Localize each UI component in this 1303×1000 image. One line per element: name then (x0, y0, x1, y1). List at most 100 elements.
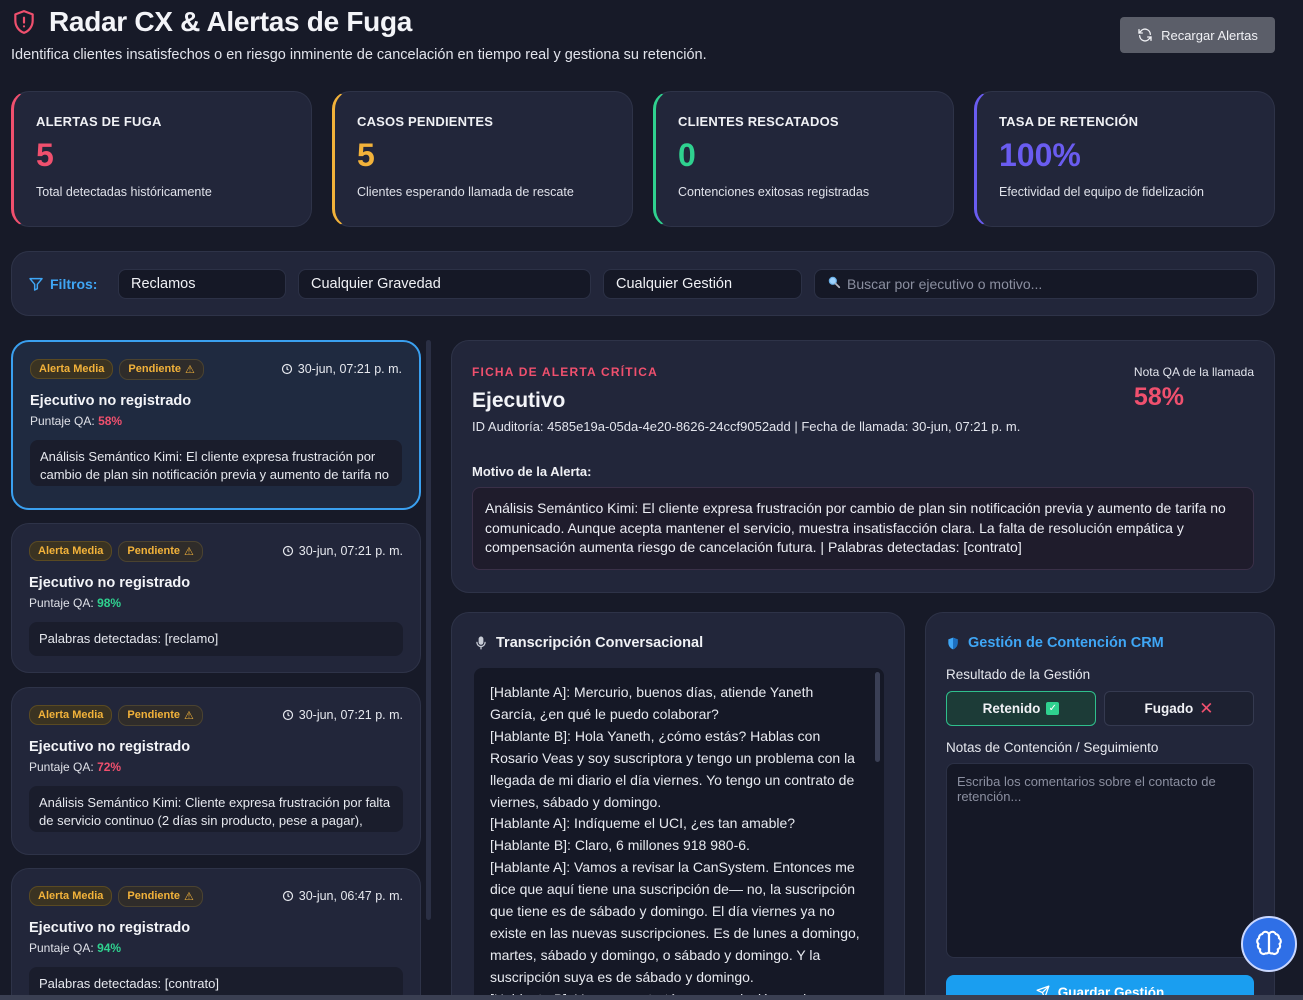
escaped-button[interactable]: Fugado ✕ (1104, 691, 1254, 726)
kpi-label: CLIENTES RESCATADOS (678, 114, 839, 129)
status-badge-label: Pendiente (127, 709, 180, 721)
warning-icon: ⚠ (185, 363, 195, 376)
alert-card[interactable]: Alerta Media Pendiente ⚠ 30-jun, 07:21 p.… (11, 523, 421, 673)
alert-snippet: Análisis Semántico Kimi: El cliente expr… (30, 440, 402, 486)
transcript-body[interactable]: [Hablante A]: Mercurio, buenos días, ati… (474, 668, 884, 1000)
warning-icon: ⚠ (184, 545, 194, 558)
transcript-scrollbar[interactable] (875, 672, 880, 762)
x-icon: ✕ (1199, 699, 1214, 718)
alert-score: Puntaje QA: 98% (29, 596, 403, 610)
kpi-value: 0 (678, 137, 696, 173)
kpi-card-retencion: TASA DE RETENCIÓN 100% Efectividad del e… (974, 91, 1275, 227)
severity-filter-select[interactable]: Cualquier Gravedad (298, 268, 591, 299)
score-label: Puntaje QA: (29, 596, 94, 610)
kpi-description: Efectividad del equipo de fidelización (999, 185, 1204, 199)
search-placeholder: Buscar por ejecutivo o motivo... (847, 275, 1043, 292)
kpi-value: 100% (999, 137, 1081, 173)
reload-alerts-button[interactable]: Recargar Alertas (1120, 17, 1275, 53)
page-header: Radar CX & Alertas de Fuga Identifica cl… (11, 6, 1275, 76)
warning-icon: ⚠ (184, 890, 194, 903)
alert-time-text: 30-jun, 07:21 p. m. (297, 362, 402, 376)
clock-icon (282, 545, 293, 557)
severity-badge: Alerta Media (29, 705, 113, 725)
kpi-label: ALERTAS DE FUGA (36, 114, 162, 129)
search-input[interactable]: Buscar por ejecutivo o motivo... (814, 268, 1258, 299)
alert-snippet: Análisis Semántico Kimi: Cliente expresa… (29, 786, 403, 832)
score-value: 98% (97, 596, 122, 610)
retained-label: Retenido (982, 701, 1041, 716)
bottom-scrollbar[interactable] (0, 995, 1303, 1000)
kpi-card-alertas: ALERTAS DE FUGA 5 Total detectadas histó… (11, 91, 312, 227)
shield-icon (948, 637, 958, 649)
escaped-label: Fugado (1144, 701, 1194, 716)
status-badge: Pendiente ⚠ (118, 704, 203, 726)
kpi-card-rescatados: CLIENTES RESCATADOS 0 Contenciones exito… (653, 91, 954, 227)
score-label: Puntaje QA: (30, 414, 95, 428)
alert-title: Ejecutivo no registrado (29, 920, 191, 936)
result-label: Resultado de la Gestión (946, 667, 1091, 682)
page-subtitle: Identifica clientes insatisfechos o en r… (11, 47, 707, 63)
status-badge: Pendiente ⚠ (118, 885, 203, 907)
filters-label-text: Filtros: (50, 275, 98, 292)
type-filter-select[interactable]: Reclamos (118, 268, 286, 299)
qa-value: 58% (1133, 383, 1184, 411)
notes-label: Notas de Contención / Seguimiento (946, 740, 1159, 755)
alert-detail-panel: FICHA DE ALERTA CRÍTICA Ejecutivo ID Aud… (451, 340, 1275, 593)
kpi-label: TASA DE RETENCIÓN (999, 114, 1139, 129)
page-title: Radar CX & Alertas de Fuga (49, 6, 413, 37)
kpi-row: ALERTAS DE FUGA 5 Total detectadas histó… (11, 91, 1275, 227)
alert-card[interactable]: Alerta Media Pendiente ⚠ 30-jun, 07:21 p.… (11, 340, 421, 510)
alert-time: 30-jun, 07:21 p. m. (282, 708, 403, 722)
notes-textarea[interactable]: Escriba los comentarios sobre el contact… (946, 763, 1254, 958)
clock-icon (282, 890, 293, 902)
filter-icon (29, 277, 43, 291)
transcript-line: [Hablante A]: Mercurio, buenos días, ati… (490, 684, 814, 722)
alert-score: Puntaje QA: 94% (29, 941, 403, 955)
status-badge: Pendiente ⚠ (119, 358, 204, 380)
alert-snippet: Palabras detectadas: [reclamo] (29, 622, 403, 656)
management-filter-select[interactable]: Cualquier Gestión (603, 268, 802, 299)
status-badge-label: Pendiente (127, 890, 180, 902)
alert-time: 30-jun, 07:21 p. m. (281, 362, 402, 376)
kpi-description: Total detectadas históricamente (36, 185, 212, 199)
shield-alert-icon (11, 9, 37, 35)
score-label: Puntaje QA: (29, 941, 94, 955)
alert-list-scrollbar[interactable] (426, 340, 431, 920)
alert-time-text: 30-jun, 06:47 p. m. (298, 889, 403, 903)
kpi-description: Clientes esperando llamada de rescate (357, 185, 574, 199)
clock-icon (282, 709, 293, 721)
score-value: 94% (97, 941, 122, 955)
refresh-icon (1138, 28, 1152, 42)
score-value: 72% (97, 760, 122, 774)
check-icon: ✓ (1046, 702, 1060, 715)
alert-card[interactable]: Alerta Media Pendiente ⚠ 30-jun, 06:47 p.… (11, 868, 421, 1000)
alert-title: Ejecutivo no registrado (30, 393, 192, 409)
alert-card[interactable]: Alerta Media Pendiente ⚠ 30-jun, 07:21 p.… (11, 687, 421, 855)
alert-list: Alerta Media Pendiente ⚠ 30-jun, 07:21 p.… (11, 340, 421, 1000)
severity-badge: Alerta Media (29, 886, 113, 906)
ai-assistant-button[interactable] (1241, 916, 1297, 972)
status-badge-label: Pendiente (128, 363, 181, 375)
motivo-label: Motivo de la Alerta: (472, 464, 592, 479)
filters-label: Filtros: (28, 276, 106, 292)
kpi-card-pendientes: CASOS PENDIENTES 5 Clientes esperando ll… (332, 91, 633, 227)
score-label: Puntaje QA: (29, 760, 94, 774)
alert-time: 30-jun, 06:47 p. m. (282, 889, 403, 903)
qa-score-box: Nota QA de la llamada 58% (1134, 365, 1254, 412)
transcript-line: [Hablante A]: Indíqueme el UCI, ¿es tan … (490, 815, 796, 832)
severity-badge: Alerta Media (29, 541, 113, 561)
status-badge: Pendiente ⚠ (118, 540, 203, 562)
transcript-line: [Hablante B]: Hola Yaneth, ¿cómo estás? … (490, 727, 855, 810)
crm-panel: Gestión de Contención CRM Resultado de l… (925, 612, 1275, 1000)
filters-bar: Filtros: Reclamos Cualquier Gravedad Cua… (11, 251, 1275, 316)
transcript-line: [Hablante B]: Claro, 6 millones 918 980-… (490, 837, 750, 854)
alert-time-text: 30-jun, 07:21 p. m. (298, 708, 403, 722)
crm-title-text: Gestión de Contención CRM (968, 635, 1164, 651)
kpi-value: 5 (357, 137, 375, 173)
retained-button[interactable]: Retenido ✓ (946, 691, 1096, 726)
kpi-description: Contenciones exitosas registradas (678, 185, 870, 199)
alert-score: Puntaje QA: 58% (30, 414, 402, 428)
status-badge-label: Pendiente (127, 545, 180, 557)
alert-time: 30-jun, 07:21 p. m. (282, 544, 403, 558)
clock-icon (281, 363, 292, 375)
